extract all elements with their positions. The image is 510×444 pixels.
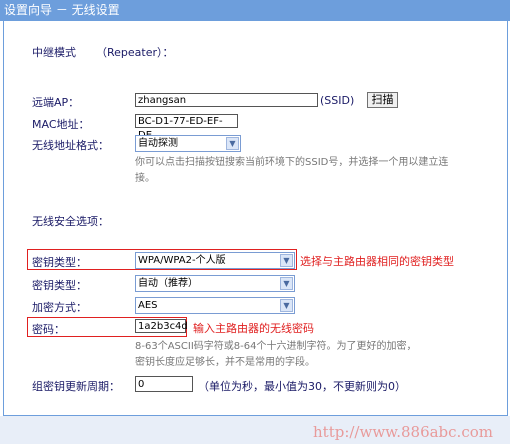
remote-ap-label: 远端AP： xyxy=(32,96,80,109)
remote-ap-ssid-input[interactable]: zhangsan xyxy=(135,93,318,107)
key-type-select[interactable]: WPA/WPA2-个人版 ▼ xyxy=(135,252,295,269)
address-format-hint-2: 接。 xyxy=(135,173,155,184)
chevron-down-icon[interactable]: ▼ xyxy=(280,277,293,290)
security-label: 无线安全选项： xyxy=(32,215,109,228)
address-format-select[interactable]: 自动探测 ▼ xyxy=(135,135,241,152)
mac-input[interactable]: BC-D1-77-ED-EF-DE xyxy=(135,114,238,141)
chevron-down-icon[interactable]: ▼ xyxy=(280,299,293,312)
rekey-label: 组密钥更新周期： xyxy=(32,380,120,393)
chevron-down-icon[interactable]: ▼ xyxy=(280,254,293,267)
rekey-input[interactable]: 0 xyxy=(135,376,193,392)
scan-button[interactable]: 扫描 xyxy=(367,92,398,108)
password-label: 密码： xyxy=(32,323,65,336)
encryption-select[interactable]: AES ▼ xyxy=(135,297,295,314)
address-format-selected: 自动探测 xyxy=(138,138,178,149)
encryption-selected: AES xyxy=(138,300,158,311)
window-titlebar: 设置向导 － 无线设置 xyxy=(0,0,510,21)
mac-label: MAC地址： xyxy=(32,118,90,131)
mode-value: （Repeater）： xyxy=(96,46,174,59)
password-input[interactable]: 1a2b3c4d xyxy=(135,319,188,333)
chevron-down-icon[interactable]: ▼ xyxy=(226,137,239,150)
password-annotation: 输入主路由器的无线密码 xyxy=(193,322,314,335)
key-type2-label: 密钥类型： xyxy=(32,279,87,292)
address-format-hint-1: 你可以点击扫描按钮搜索当前环境下的SSID号，并选择一个用以建立连 xyxy=(135,157,449,168)
password-hint-1: 8-63个ASCII码字符或8-64个十六进制字符。为了更好的加密， xyxy=(135,341,417,352)
ssid-suffix: (SSID) xyxy=(320,94,355,107)
key-type-label: 密钥类型： xyxy=(32,256,87,269)
watermark-text: http://www.886abc.com xyxy=(313,423,493,441)
encryption-label: 加密方式： xyxy=(32,301,87,314)
key-type-selected: WPA/WPA2-个人版 xyxy=(138,255,226,266)
key-type2-select[interactable]: 自动（推荐） ▼ xyxy=(135,275,295,292)
rekey-hint: （单位为秒，最小值为30，不更新则为0） xyxy=(198,380,406,393)
password-hint-2: 密钥长度应足够长，并不是常用的字段。 xyxy=(135,357,315,368)
mode-label: 中继模式 xyxy=(32,46,76,59)
key-type-annotation: 选择与主路由器相同的密钥类型 xyxy=(300,255,454,268)
key-type2-selected: 自动（推荐） xyxy=(138,278,198,289)
window-title: 设置向导 － 无线设置 xyxy=(4,3,120,17)
address-format-label: 无线地址格式： xyxy=(32,139,109,152)
